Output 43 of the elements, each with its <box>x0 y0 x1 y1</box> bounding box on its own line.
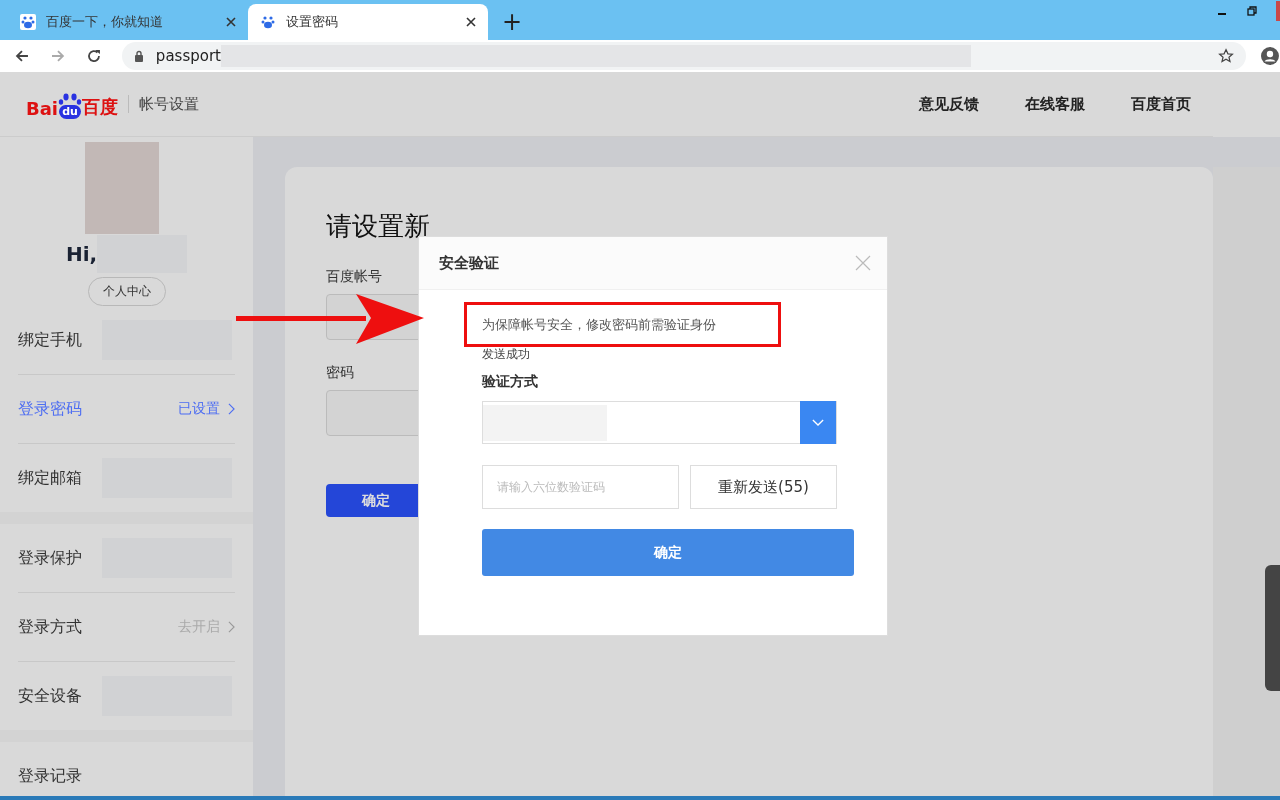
method-select[interactable] <box>482 401 837 444</box>
sidebar-item[interactable]: 登录保护 <box>18 524 235 593</box>
header-link[interactable]: 意见反馈 <box>919 94 979 114</box>
chevron-right-icon <box>228 621 235 633</box>
browser-tab[interactable]: 百度一下，你就知道 <box>8 4 248 40</box>
greeting: Hi, <box>65 242 98 266</box>
form-title: 请设置新 <box>326 210 431 243</box>
chevron-right-icon <box>228 403 235 415</box>
tab-title: 设置密码 <box>286 13 339 31</box>
paw-icon <box>20 14 36 30</box>
field-label: 百度帐号 <box>326 268 383 286</box>
paw-icon <box>260 14 276 30</box>
field-label: 密码 <box>326 364 355 382</box>
lock-icon <box>133 50 144 62</box>
hint-text: 为保障帐号安全，修改密码前需验证身份 <box>482 315 716 334</box>
profile-button[interactable]: 个人中心 <box>87 277 166 306</box>
method-label: 验证方式 <box>481 373 539 391</box>
sidebar-item[interactable]: 登录记录 <box>18 742 235 800</box>
account-icon[interactable] <box>1260 46 1280 66</box>
status-text: 已设置 <box>178 400 220 418</box>
baidu-logo[interactable]: Bai du 百度 <box>26 89 119 119</box>
restore-icon[interactable] <box>1246 5 1258 17</box>
resend-button[interactable]: 重新发送(55) <box>690 465 837 509</box>
header-link[interactable]: 在线客服 <box>1025 94 1085 114</box>
sidebar-item[interactable]: 绑定手机 <box>18 306 235 375</box>
new-tab-button[interactable]: + <box>502 8 523 36</box>
header-link[interactable]: 百度首页 <box>1131 94 1191 114</box>
chevron-down-icon <box>812 419 824 426</box>
close-icon[interactable] <box>226 17 236 27</box>
reload-icon[interactable] <box>85 48 102 64</box>
star-icon[interactable] <box>1218 48 1235 64</box>
dialog-title: 安全验证 <box>439 253 499 273</box>
sidebar-item[interactable]: 绑定邮箱 <box>18 444 235 512</box>
sent-notice: 发送成功 <box>481 346 531 363</box>
section-title: 帐号设置 <box>139 94 200 114</box>
sidebar-item[interactable]: 安全设备 <box>18 662 235 730</box>
tab-title: 百度一下，你就知道 <box>46 13 164 31</box>
close-icon[interactable] <box>466 17 476 27</box>
address-bar[interactable]: passport <box>121 42 1247 70</box>
browser-tab[interactable]: 设置密码 <box>248 4 488 40</box>
code-input[interactable]: 请输入六位数验证码 <box>482 465 679 509</box>
confirm-button[interactable]: 确定 <box>482 529 854 576</box>
back-icon[interactable] <box>14 48 30 64</box>
